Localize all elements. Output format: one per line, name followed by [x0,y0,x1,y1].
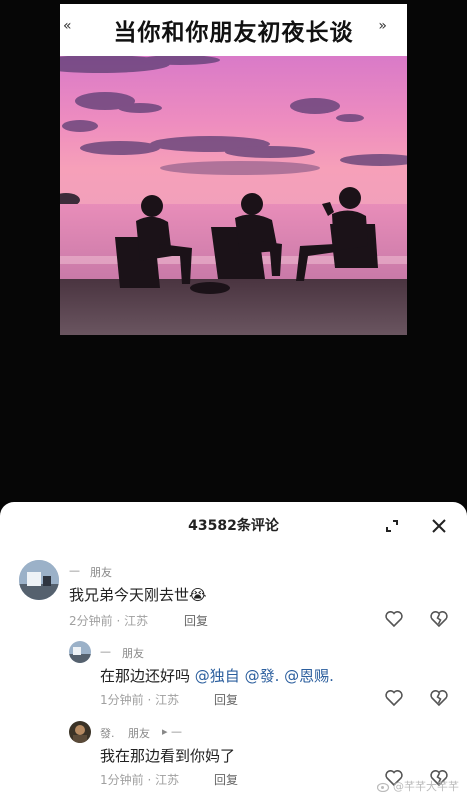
comment-meta: 1分钟前 · 江苏 [100,693,180,707]
comment-meta: 1分钟前 · 江苏 [100,773,180,787]
comment-text-plain: 在那边还好吗 [100,667,191,685]
comment-text: 我兄弟今天刚去世😭 [69,586,207,604]
watermark-text: @芊芊大芊芊 [393,780,459,793]
video-area[interactable]: « 当你和你朋友初夜长谈 » [0,0,467,502]
title-quote-left: « [63,18,72,34]
weibo-icon [377,782,390,792]
comment-text: 我在那边看到你妈了 [100,747,236,765]
reply-button[interactable]: 回复 [184,612,208,629]
title-quote-right: » [378,18,387,34]
video-title: 当你和你朋友初夜长谈 [113,20,354,46]
like-icon[interactable] [384,609,404,629]
reply-button[interactable]: 回复 [214,771,238,788]
mention-link[interactable]: @独自 [195,667,240,685]
expand-icon[interactable] [381,515,403,537]
comments-sheet: 43582条评论 — 朋友 我兄弟今天刚去世😭 2分钟前 · 江苏 回复 — 朋… [0,502,467,800]
comment-author-prefix[interactable]: 發. [100,725,115,741]
dislike-icon[interactable] [429,609,449,629]
avatar[interactable] [69,721,91,743]
comment-author[interactable]: 朋友 [128,725,150,741]
dislike-icon[interactable] [429,688,449,708]
video-title-banner: « 当你和你朋友初夜长谈 » [60,4,407,56]
video-frame-beach-sunset [60,56,407,335]
close-icon[interactable] [428,515,450,537]
comments-header: 43582条评论 [0,502,467,548]
comment-author-prefix: — [100,645,111,658]
comment-author-prefix: — [69,564,80,577]
comment-author[interactable]: 朋友 [90,564,112,580]
comment-meta: 2分钟前 · 江苏 [69,614,149,628]
mention-link[interactable]: @發. [245,667,280,685]
like-icon[interactable] [384,688,404,708]
watermark: @芊芊大芊芊 [377,778,459,794]
reply-arrow: ▸ — [162,725,183,738]
avatar[interactable] [69,641,91,663]
comment-author[interactable]: 朋友 [122,645,144,661]
mention-link[interactable]: @恩赐. [284,667,334,685]
comment-text: 在那边还好吗 @独自 @發. @恩赐. [100,665,334,686]
avatar[interactable] [19,560,59,600]
reply-button[interactable]: 回复 [214,691,238,708]
